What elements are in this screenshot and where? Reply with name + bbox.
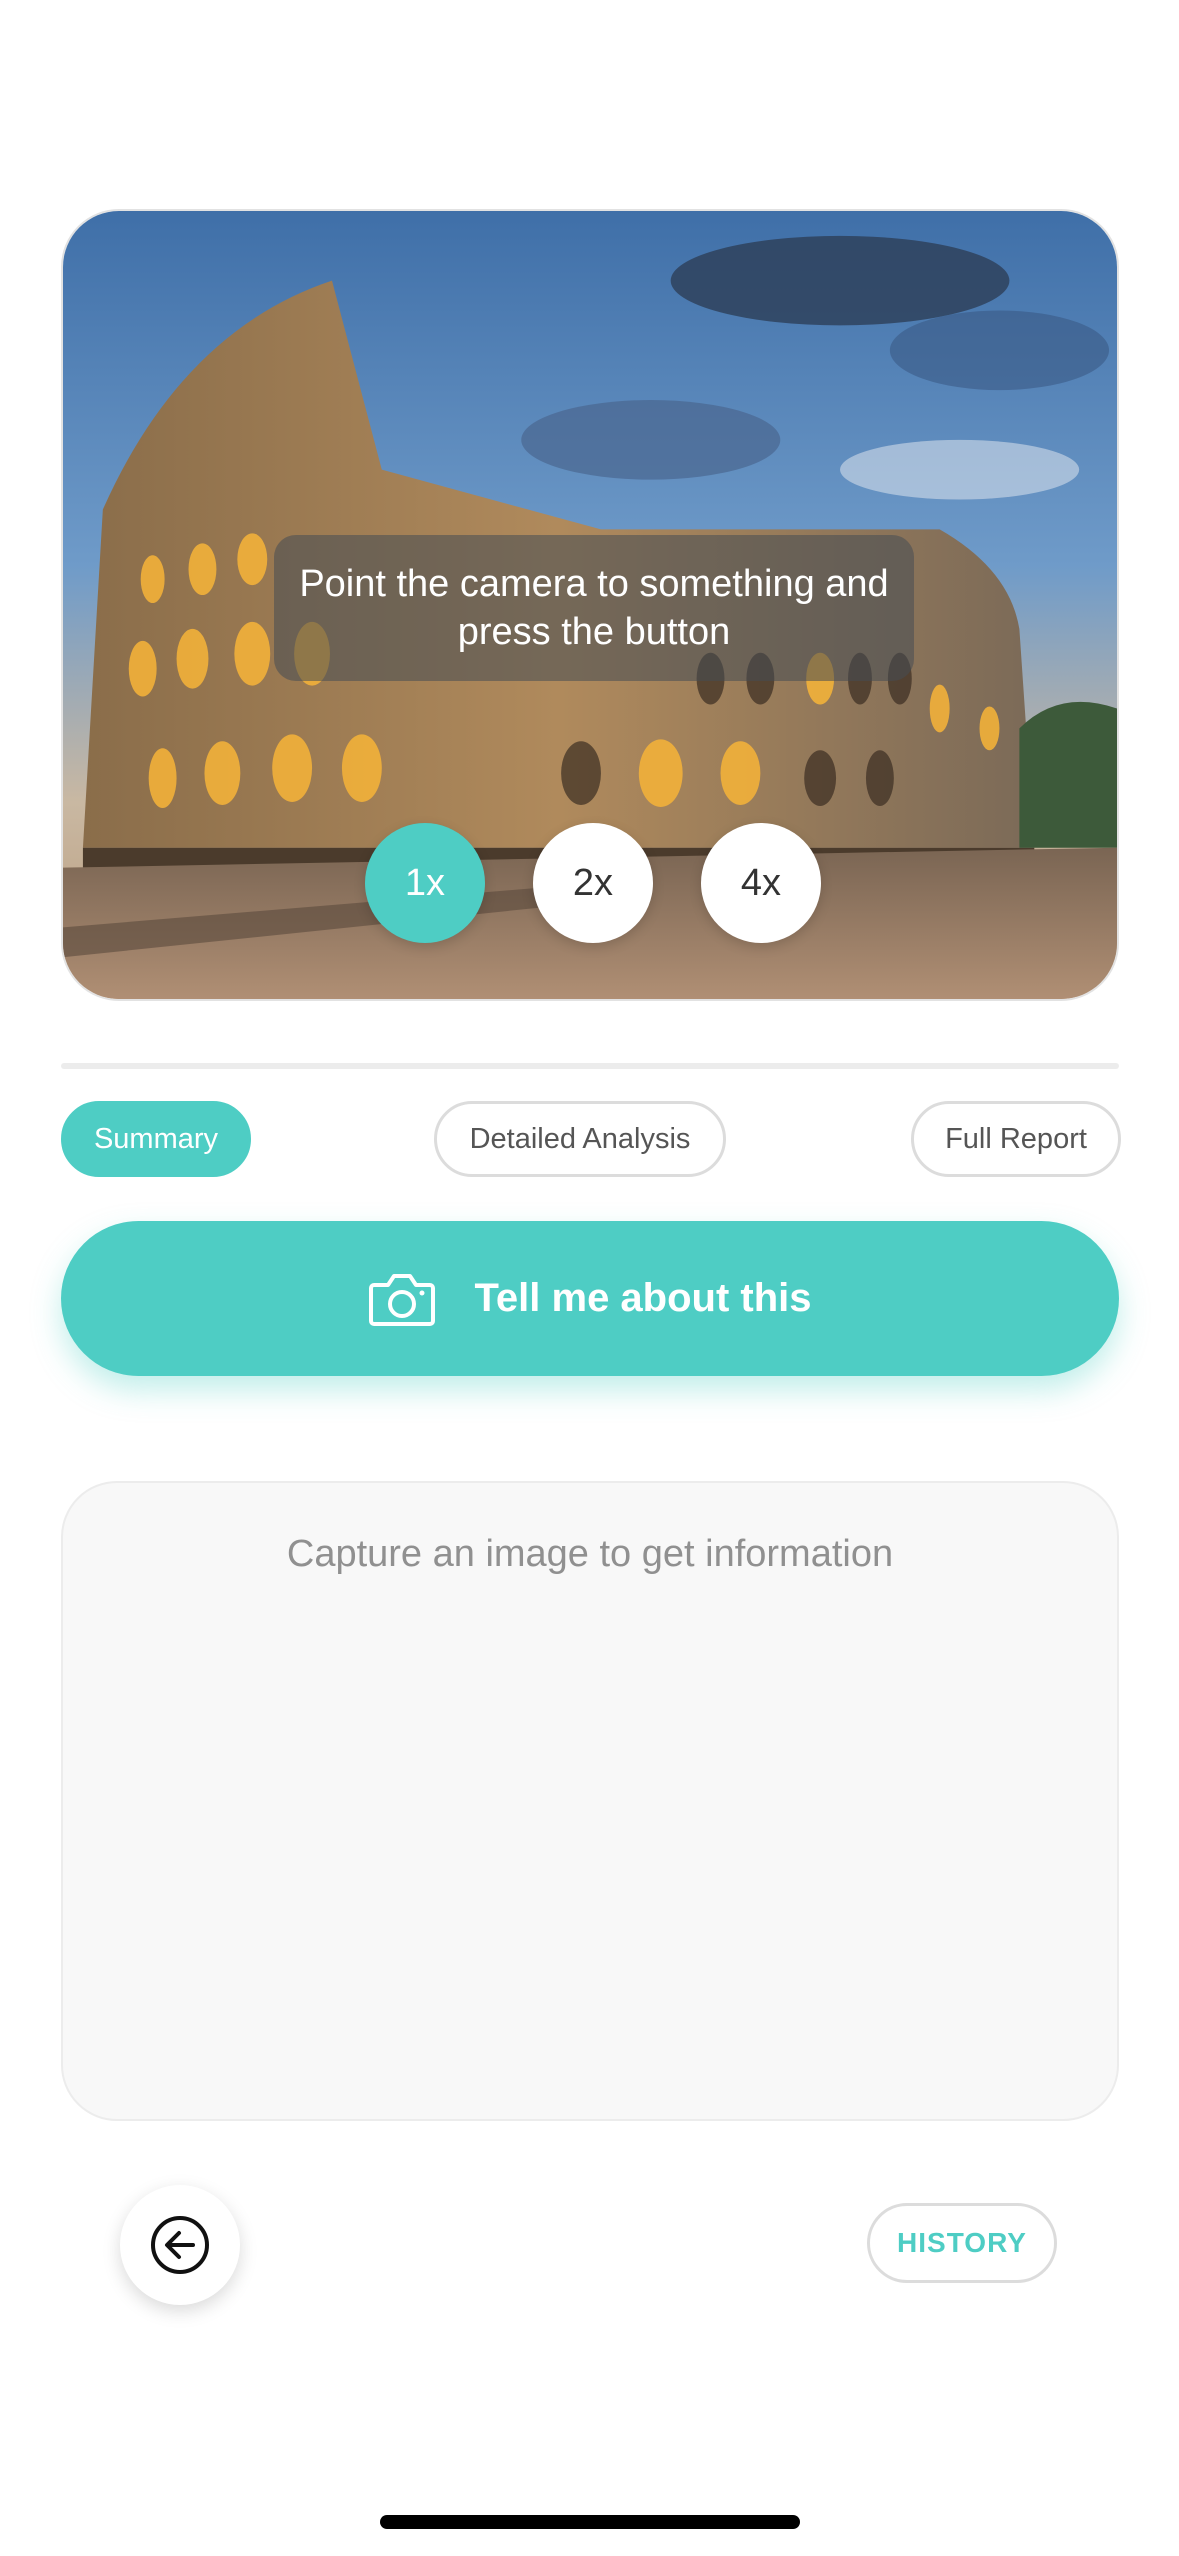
result-placeholder: Capture an image to get information	[286, 1533, 894, 1575]
tab-full-report[interactable]: Full Report	[911, 1101, 1121, 1177]
camera-hint: Point the camera to something and press …	[274, 535, 914, 681]
camera-icon	[369, 1273, 436, 1326]
camera-preview: Point the camera to something and press …	[61, 209, 1119, 1001]
section-divider	[61, 1063, 1119, 1069]
tell-me-about-this-label: Tell me about this	[474, 1276, 812, 1320]
zoom-4x-button[interactable]: 4x	[701, 823, 821, 943]
history-button[interactable]: HISTORY	[867, 2203, 1057, 2283]
back-button[interactable]	[120, 2185, 240, 2305]
arrow-left-circle-icon	[151, 2216, 209, 2274]
tab-summary[interactable]: Summary	[61, 1101, 251, 1177]
result-panel: Capture an image to get information	[61, 1481, 1119, 2121]
tab-detailed-analysis[interactable]: Detailed Analysis	[434, 1101, 726, 1177]
tell-me-about-this-button[interactable]: Tell me about this	[61, 1221, 1119, 1376]
zoom-2x-button[interactable]: 2x	[533, 823, 653, 943]
home-indicator[interactable]	[380, 2515, 800, 2529]
zoom-1x-button[interactable]: 1x	[365, 823, 485, 943]
